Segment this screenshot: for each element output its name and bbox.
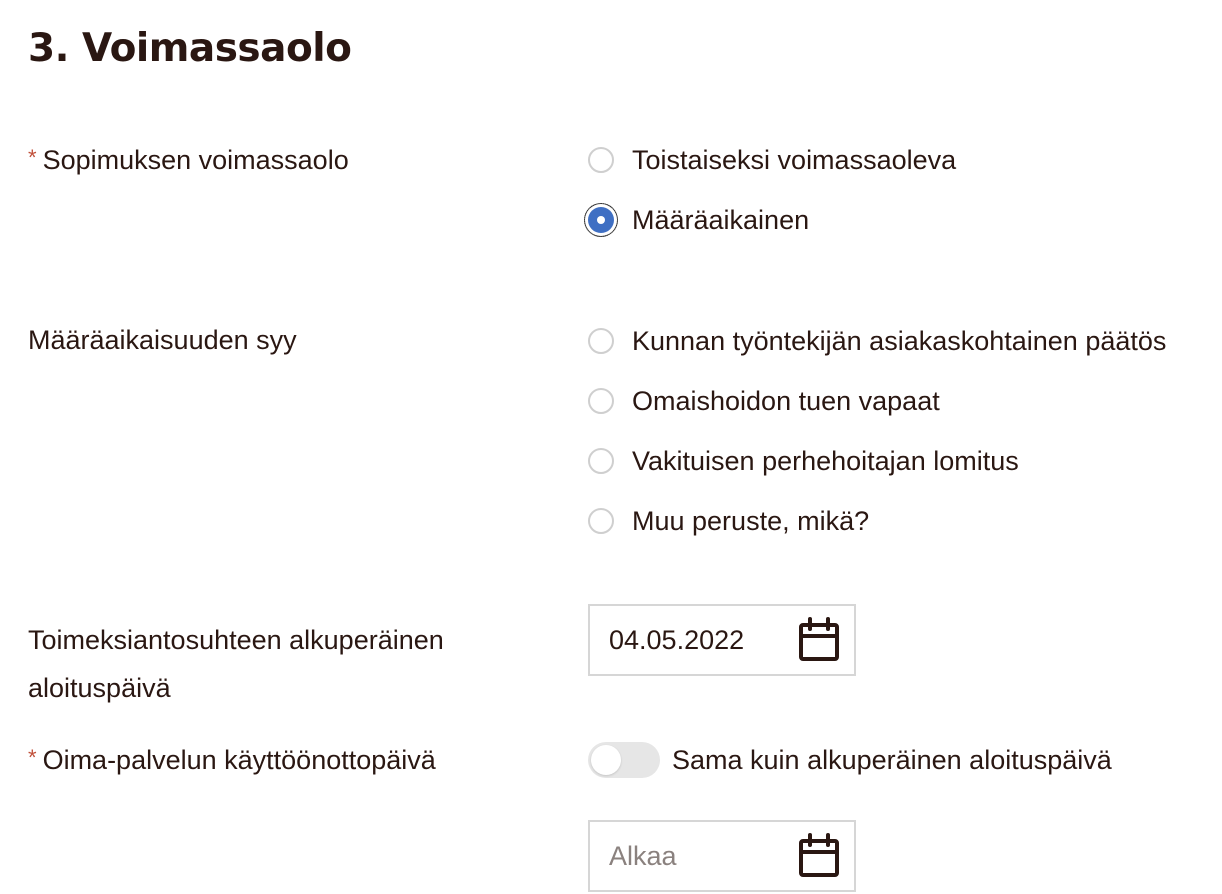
radio-button-indefinite[interactable]: [588, 147, 614, 173]
radio-option-reason-family-carer-relief[interactable]: Vakituisen perhehoitajan lomitus: [588, 441, 1019, 481]
reason-label: Määräaikaisuuden syy: [28, 325, 297, 355]
section-title: 3. Voimassaolo: [28, 26, 352, 71]
radio-button-reason-family-carer-relief[interactable]: [588, 448, 614, 474]
radio-label-reason-family-carer-relief: Vakituisen perhehoitajan lomitus: [632, 445, 1019, 476]
oima-start-date-input[interactable]: Alkaa: [588, 820, 856, 892]
radio-option-indefinite[interactable]: Toistaiseksi voimassaoleva: [588, 140, 956, 180]
original-start-label: Toimeksiantosuhteen alkuperäinen aloitus…: [28, 625, 444, 703]
oima-start-label-text: Oima-palvelun käyttöönottopäivä: [42, 745, 436, 775]
validity-label: * Sopimuksen voimassaolo: [28, 136, 548, 186]
radio-label-indefinite: Toistaiseksi voimassaoleva: [632, 144, 957, 175]
radio-option-reason-municipal-decision[interactable]: Kunnan työntekijän asiakaskohtainen päät…: [588, 321, 1166, 361]
calendar-icon[interactable]: [798, 617, 840, 663]
required-marker: *: [28, 745, 37, 770]
validity-label-text: Sopimuksen voimassaolo: [42, 145, 349, 175]
radio-button-reason-municipal-decision[interactable]: [588, 328, 614, 354]
oima-start-label: * Oima-palvelun käyttöönottopäivä: [28, 736, 548, 786]
radio-button-reason-other[interactable]: [588, 508, 614, 534]
radio-label-reason-other: Muu peruste, mikä?: [632, 505, 870, 536]
radio-button-reason-caregiver-leave[interactable]: [588, 388, 614, 414]
required-marker: *: [28, 145, 37, 170]
radio-option-fixed-term[interactable]: Määräaikainen: [584, 200, 810, 240]
same-as-original-toggle[interactable]: [588, 742, 660, 778]
same-as-original-toggle-row[interactable]: Sama kuin alkuperäinen aloituspäivä: [588, 738, 1112, 782]
radio-label-fixed-term: Määräaikainen: [632, 204, 810, 235]
radio-option-reason-caregiver-leave[interactable]: Omaishoidon tuen vapaat: [588, 381, 940, 421]
radio-label-reason-caregiver-leave: Omaishoidon tuen vapaat: [632, 385, 940, 416]
oima-start-date-placeholder: Alkaa: [609, 840, 677, 871]
original-start-date-input[interactable]: 04.05.2022: [588, 604, 856, 676]
same-as-original-toggle-label: Sama kuin alkuperäinen aloituspäivä: [672, 744, 1112, 775]
original-start-date-value: 04.05.2022: [609, 624, 745, 655]
calendar-icon[interactable]: [798, 833, 840, 879]
toggle-knob: [591, 745, 621, 775]
radio-option-reason-other[interactable]: Muu peruste, mikä?: [588, 501, 869, 541]
radio-button-fixed-term[interactable]: [584, 203, 618, 237]
radio-label-reason-municipal-decision: Kunnan työntekijän asiakaskohtainen päät…: [632, 325, 1167, 356]
